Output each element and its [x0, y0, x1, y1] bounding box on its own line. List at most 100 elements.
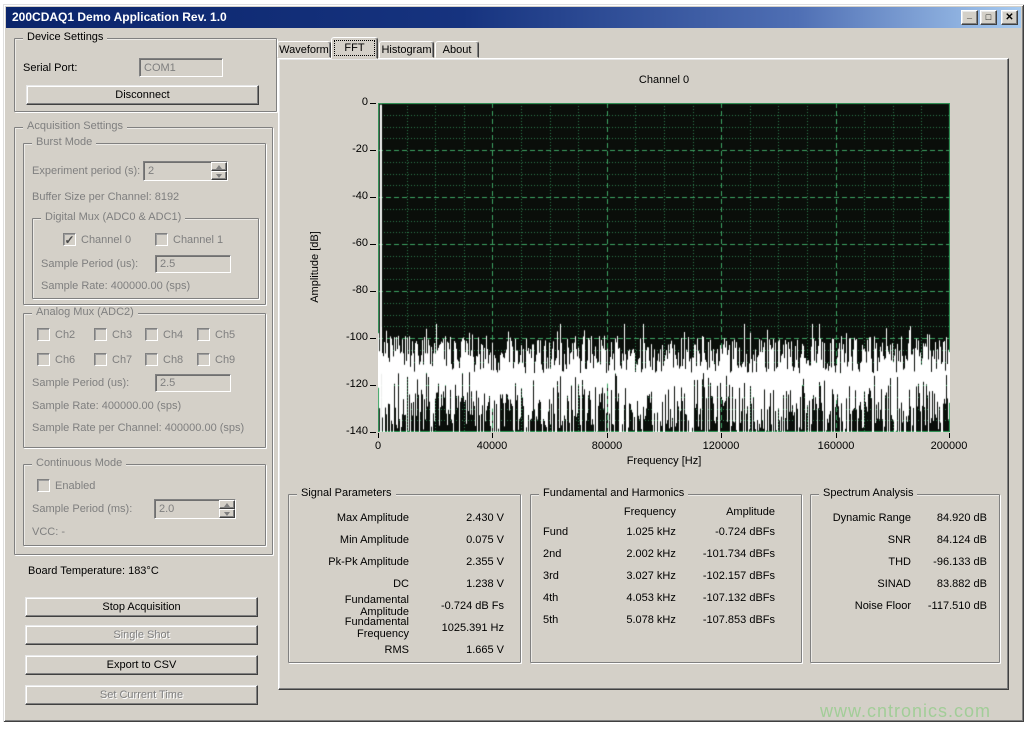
- analog-sample-rate-text: Sample Rate: 400000.00 (sps): [32, 400, 181, 412]
- ch3-checkbox: Ch3: [94, 328, 132, 341]
- titlebar: 200CDAQ1 Demo Application Rev. 1.0 _ □ ✕: [6, 7, 1021, 28]
- table-row: SINAD83.882 dB: [811, 573, 999, 595]
- harmonic-frequency: 5.078 kHz: [591, 614, 676, 626]
- metric-label: THD: [819, 556, 911, 568]
- digital-mux-label: Digital Mux (ADC0 & ADC1): [41, 211, 185, 223]
- watermark: www.cntronics.com: [820, 701, 991, 722]
- close-icon[interactable]: ✕: [1001, 10, 1018, 25]
- acquisition-settings-group: Acquisition Settings Burst Mode Experime…: [14, 127, 273, 555]
- channel-0-label: Channel 0: [81, 234, 131, 246]
- table-row: 3rd3.027 kHz-102.157 dBFs: [531, 565, 801, 587]
- harmonic-frequency: 4.053 kHz: [591, 592, 676, 604]
- screen: 200CDAQ1 Demo Application Rev. 1.0 _ □ ✕…: [0, 0, 1031, 730]
- param-value: -0.724 dB Fs: [409, 600, 504, 612]
- frequency-header: Frequency: [591, 506, 676, 518]
- burst-mode-group: Burst Mode Experiment period (s): 2 Buff…: [23, 143, 266, 305]
- minimize-icon[interactable]: _: [961, 10, 978, 25]
- harmonic-name: 3rd: [543, 570, 591, 582]
- channel-0-checkbox: ✓ Channel 0: [63, 233, 131, 246]
- harmonic-name: Fund: [543, 526, 591, 538]
- disconnect-button[interactable]: Disconnect: [26, 85, 259, 105]
- acquisition-settings-label: Acquisition Settings: [23, 120, 127, 132]
- digital-sample-period-value: 2.5: [156, 258, 230, 270]
- param-label: Fundamental Amplitude: [297, 594, 409, 618]
- ch3-label: Ch3: [112, 329, 132, 341]
- table-row: Fundamental Frequency1025.391 Hz: [289, 617, 520, 639]
- chart-title: Channel 0: [378, 74, 950, 86]
- table-row: Dynamic Range84.920 dB: [811, 507, 999, 529]
- table-row: Noise Floor-117.510 dB: [811, 595, 999, 617]
- checkbox-box: [197, 328, 210, 341]
- continuous-mode-group: Continuous Mode Enabled Sample Period (m…: [23, 464, 266, 546]
- harmonic-frequency: 2.002 kHz: [591, 548, 676, 560]
- single-shot-button: Single Shot: [25, 625, 258, 645]
- digital-mux-group: Digital Mux (ADC0 & ADC1) ✓ Channel 0 Ch…: [32, 218, 259, 299]
- amplitude-header: Amplitude: [676, 506, 775, 518]
- ch2-label: Ch2: [55, 329, 75, 341]
- metric-value: -96.133 dB: [911, 556, 987, 568]
- table-row: Fund1.025 kHz-0.724 dBFs: [531, 521, 801, 543]
- param-label: Pk-Pk Amplitude: [297, 556, 409, 568]
- window-title: 200CDAQ1 Demo Application Rev. 1.0: [12, 10, 227, 24]
- serial-port-label: Serial Port:: [23, 62, 77, 74]
- burst-mode-label: Burst Mode: [32, 136, 96, 148]
- tab-about[interactable]: About: [435, 41, 479, 58]
- spectrum-analysis-panel: Spectrum Analysis Dynamic Range84.920 dB…: [810, 494, 1000, 663]
- device-settings-group: Device Settings Serial Port: COM1 Discon…: [14, 38, 277, 112]
- device-settings-label: Device Settings: [23, 31, 107, 43]
- ch4-checkbox: Ch4: [145, 328, 183, 341]
- harmonic-name: 5th: [543, 614, 591, 626]
- buffer-size-text: Buffer Size per Channel: 8192: [32, 191, 179, 203]
- param-value: 2.430 V: [409, 512, 504, 524]
- param-label: Fundamental Frequency: [297, 616, 409, 640]
- param-value: 0.075 V: [409, 534, 504, 546]
- param-value: 2.355 V: [409, 556, 504, 568]
- checkbox-box: [155, 233, 168, 246]
- param-label: Min Amplitude: [297, 534, 409, 546]
- analog-sample-period-value: 2.5: [156, 377, 230, 389]
- harmonic-amplitude: -107.132 dBFs: [676, 592, 775, 604]
- spectrum-analysis-label: Spectrum Analysis: [819, 487, 917, 499]
- table-row: Fundamental Amplitude-0.724 dB Fs: [289, 595, 520, 617]
- table-row: 4th4.053 kHz-107.132 dBFs: [531, 587, 801, 609]
- table-row: THD-96.133 dB: [811, 551, 999, 573]
- ch2-checkbox: Ch2: [37, 328, 75, 341]
- ch9-label: Ch9: [215, 354, 235, 366]
- experiment-period-stepper: 2: [143, 161, 228, 181]
- analog-mux-group: Analog Mux (ADC2) Ch2 Ch3 Ch4 Ch5: [23, 313, 266, 448]
- checkbox-box: [145, 353, 158, 366]
- continuous-sample-period-value: 2.0: [155, 503, 219, 515]
- metric-label: Dynamic Range: [819, 512, 911, 524]
- y-axis-label: Amplitude [dB]: [309, 207, 323, 327]
- digital-sample-rate-text: Sample Rate: 400000.00 (sps): [41, 280, 190, 292]
- checkbox-box: [37, 328, 50, 341]
- metric-label: Noise Floor: [819, 600, 911, 612]
- ch6-label: Ch6: [55, 354, 75, 366]
- harmonics-panel-label: Fundamental and Harmonics: [539, 487, 688, 499]
- checkbox-box: [145, 328, 158, 341]
- checkbox-box: [37, 353, 50, 366]
- maximize-icon[interactable]: □: [980, 10, 997, 25]
- checkbox-box: [94, 353, 107, 366]
- tab-waveform[interactable]: Waveform: [277, 41, 331, 58]
- tab-histogram[interactable]: Histogram: [379, 41, 434, 58]
- param-value: 1025.391 Hz: [409, 622, 504, 634]
- export-to-csv-button[interactable]: Export to CSV: [25, 655, 258, 675]
- spinner: [211, 162, 227, 180]
- board-temperature-text: Board Temperature: 183°C: [28, 565, 159, 577]
- ch8-label: Ch8: [163, 354, 183, 366]
- tab-fft[interactable]: FFT: [331, 37, 378, 59]
- fft-plot: [378, 103, 950, 432]
- table-row: SNR84.124 dB: [811, 529, 999, 551]
- channel-1-checkbox: Channel 1: [155, 233, 223, 246]
- table-row: 2nd2.002 kHz-101.734 dBFs: [531, 543, 801, 565]
- param-label: DC: [297, 578, 409, 590]
- table-row: RMS1.665 V: [289, 639, 520, 661]
- vcc-text: VCC: -: [32, 526, 65, 538]
- ch8-checkbox: Ch8: [145, 353, 183, 366]
- stop-acquisition-button[interactable]: Stop Acquisition: [25, 597, 258, 617]
- table-row: DC1.238 V: [289, 573, 520, 595]
- harmonic-frequency: 1.025 kHz: [591, 526, 676, 538]
- checkbox-box: ✓: [63, 233, 76, 246]
- continuous-mode-label: Continuous Mode: [32, 457, 126, 469]
